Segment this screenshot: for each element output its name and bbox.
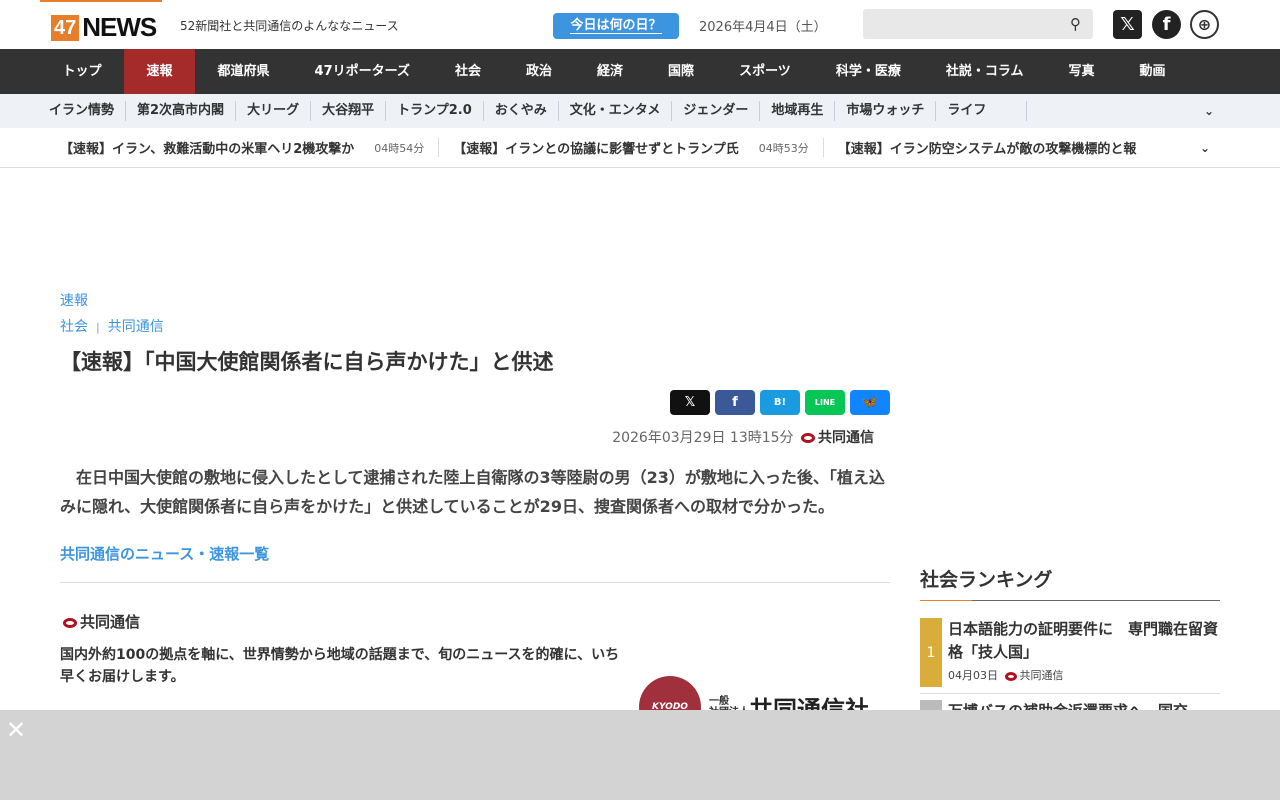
- kyodo-mark-icon: [801, 433, 815, 443]
- subnav-item[interactable]: 第2次高市内閣: [126, 101, 237, 121]
- nav-item[interactable]: 政治: [504, 49, 575, 94]
- subnav-item[interactable]: 市場ウォッチ: [835, 101, 937, 121]
- article-meta: 2026年03月29日 13時15分 共同通信: [612, 430, 874, 446]
- search-icon[interactable]: ⚲: [1070, 15, 1081, 33]
- source-heading: 共同通信: [60, 611, 890, 632]
- search-input[interactable]: [863, 9, 1093, 39]
- x-icon[interactable]: 𝕏: [1113, 10, 1142, 39]
- subnav-item[interactable]: 地域再生: [760, 101, 836, 121]
- tag-link[interactable]: 社会: [60, 319, 88, 335]
- chevron-down-icon[interactable]: ⌄: [1204, 104, 1214, 118]
- facebook-icon[interactable]: f: [1152, 10, 1181, 39]
- nav-item[interactable]: 速報: [124, 49, 196, 94]
- article-body: 在日中国大使館の敷地に侵入したとして逮捕された陸上自衛隊の3等陸尉の男（23）が…: [60, 468, 885, 516]
- nav-item[interactable]: 科学・医療: [813, 49, 923, 94]
- subnav-item[interactable]: トランプ2.0: [386, 101, 484, 121]
- chevron-down-icon[interactable]: ⌄: [1200, 140, 1214, 155]
- ad-overlay: ✕: [0, 710, 1280, 800]
- ticker-item[interactable]: 【速報】イラン、救難活動中の米軍ヘリ2機攻撃か 04時54分: [60, 138, 440, 157]
- subnav-item[interactable]: イラン情勢: [38, 101, 127, 121]
- ranking-title: 社会ランキング: [920, 565, 1220, 601]
- article: 速報 社会 | 共同通信 【速報】「中国大使館関係者に自ら声かけた」と供述 𝕏 f …: [60, 290, 890, 738]
- nav-item[interactable]: 経済: [575, 49, 646, 94]
- nav-item[interactable]: 写真: [1046, 49, 1117, 94]
- share-x-button[interactable]: 𝕏: [670, 390, 710, 415]
- nav-item[interactable]: トップ: [40, 49, 124, 94]
- share-facebook-button[interactable]: f: [715, 390, 755, 415]
- source-news-link[interactable]: 共同通信のニュース・速報一覧: [60, 543, 890, 564]
- subnav-item[interactable]: 大谷翔平: [311, 101, 387, 121]
- share-hatena-button[interactable]: B!: [760, 390, 800, 415]
- ticker-item[interactable]: 【速報】イラン防空システムが敵の攻撃機標的と報: [838, 138, 1158, 157]
- nav-item[interactable]: 動画: [1117, 49, 1188, 94]
- article-title: 【速報】「中国大使館関係者に自ら声かけた」と供述: [60, 350, 554, 374]
- nav-item[interactable]: 47リポーターズ: [292, 49, 432, 94]
- subnav-item[interactable]: 文化・エンタメ: [559, 101, 673, 121]
- accent-line: [40, 0, 162, 2]
- nav-item[interactable]: 都道府県: [195, 49, 292, 94]
- subnav-item[interactable]: 大リーグ: [236, 101, 312, 121]
- category-link[interactable]: 速報: [60, 290, 890, 310]
- nav-item[interactable]: 国際: [646, 49, 717, 94]
- tagline: 52新聞社と共同通信のよんななニュース: [180, 19, 399, 33]
- kyodo-mark-icon: [1004, 671, 1017, 681]
- divider: [60, 582, 890, 583]
- sub-nav: イラン情勢 第2次高市内閣 大リーグ 大谷翔平 トランプ2.0 おくやみ 文化・…: [0, 94, 1280, 128]
- logo[interactable]: 47 NEWS: [51, 12, 157, 43]
- main-nav: トップ 速報 都道府県 47リポーターズ 社会 政治 経済 国際 スポーツ 科学…: [0, 49, 1280, 94]
- current-date: 2026年4月4日（土）: [699, 20, 827, 35]
- share-line-button[interactable]: LINE: [805, 390, 845, 415]
- subnav-item[interactable]: ライフ: [936, 101, 1028, 121]
- ticker-item[interactable]: 【速報】イランとの協議に影響せずとトランプ氏 04時53分: [453, 138, 824, 157]
- kyodo-mark-icon: [63, 617, 77, 628]
- subnav-item[interactable]: ジェンダー: [672, 101, 761, 121]
- share-buttons: 𝕏 f B! LINE 🦋: [60, 390, 890, 415]
- news-ticker: 【速報】イラン、救難活動中の米軍ヘリ2機攻撃か 04時54分 【速報】イランとの協…: [0, 128, 1280, 168]
- ranking-sidebar: 社会ランキング 1 日本語能力の証明要件に 専門職在留資格「技人国」 04月03…: [920, 565, 1220, 729]
- globe-icon[interactable]: ⊕: [1190, 10, 1219, 39]
- nav-item[interactable]: 社説・コラム: [923, 49, 1046, 94]
- ranking-item[interactable]: 1 日本語能力の証明要件に 専門職在留資格「技人国」 04月03日 共同通信: [920, 618, 1220, 694]
- share-bluesky-button[interactable]: 🦋: [850, 390, 890, 415]
- tag-link[interactable]: 共同通信: [108, 319, 164, 335]
- nav-item[interactable]: スポーツ: [717, 49, 814, 94]
- today-button[interactable]: 今日は何の日？: [553, 13, 679, 39]
- source-description: 国内外約100の拠点を軸に、世界情勢から地域の話題まで、旬のニュースを的確に、い…: [60, 647, 620, 685]
- nav-item[interactable]: 社会: [433, 49, 504, 94]
- subnav-item[interactable]: おくやみ: [484, 101, 559, 121]
- close-icon[interactable]: ✕: [6, 716, 26, 744]
- header: 47 NEWS 52新聞社と共同通信のよんななニュース 今日は何の日？ 2026年…: [0, 0, 1280, 49]
